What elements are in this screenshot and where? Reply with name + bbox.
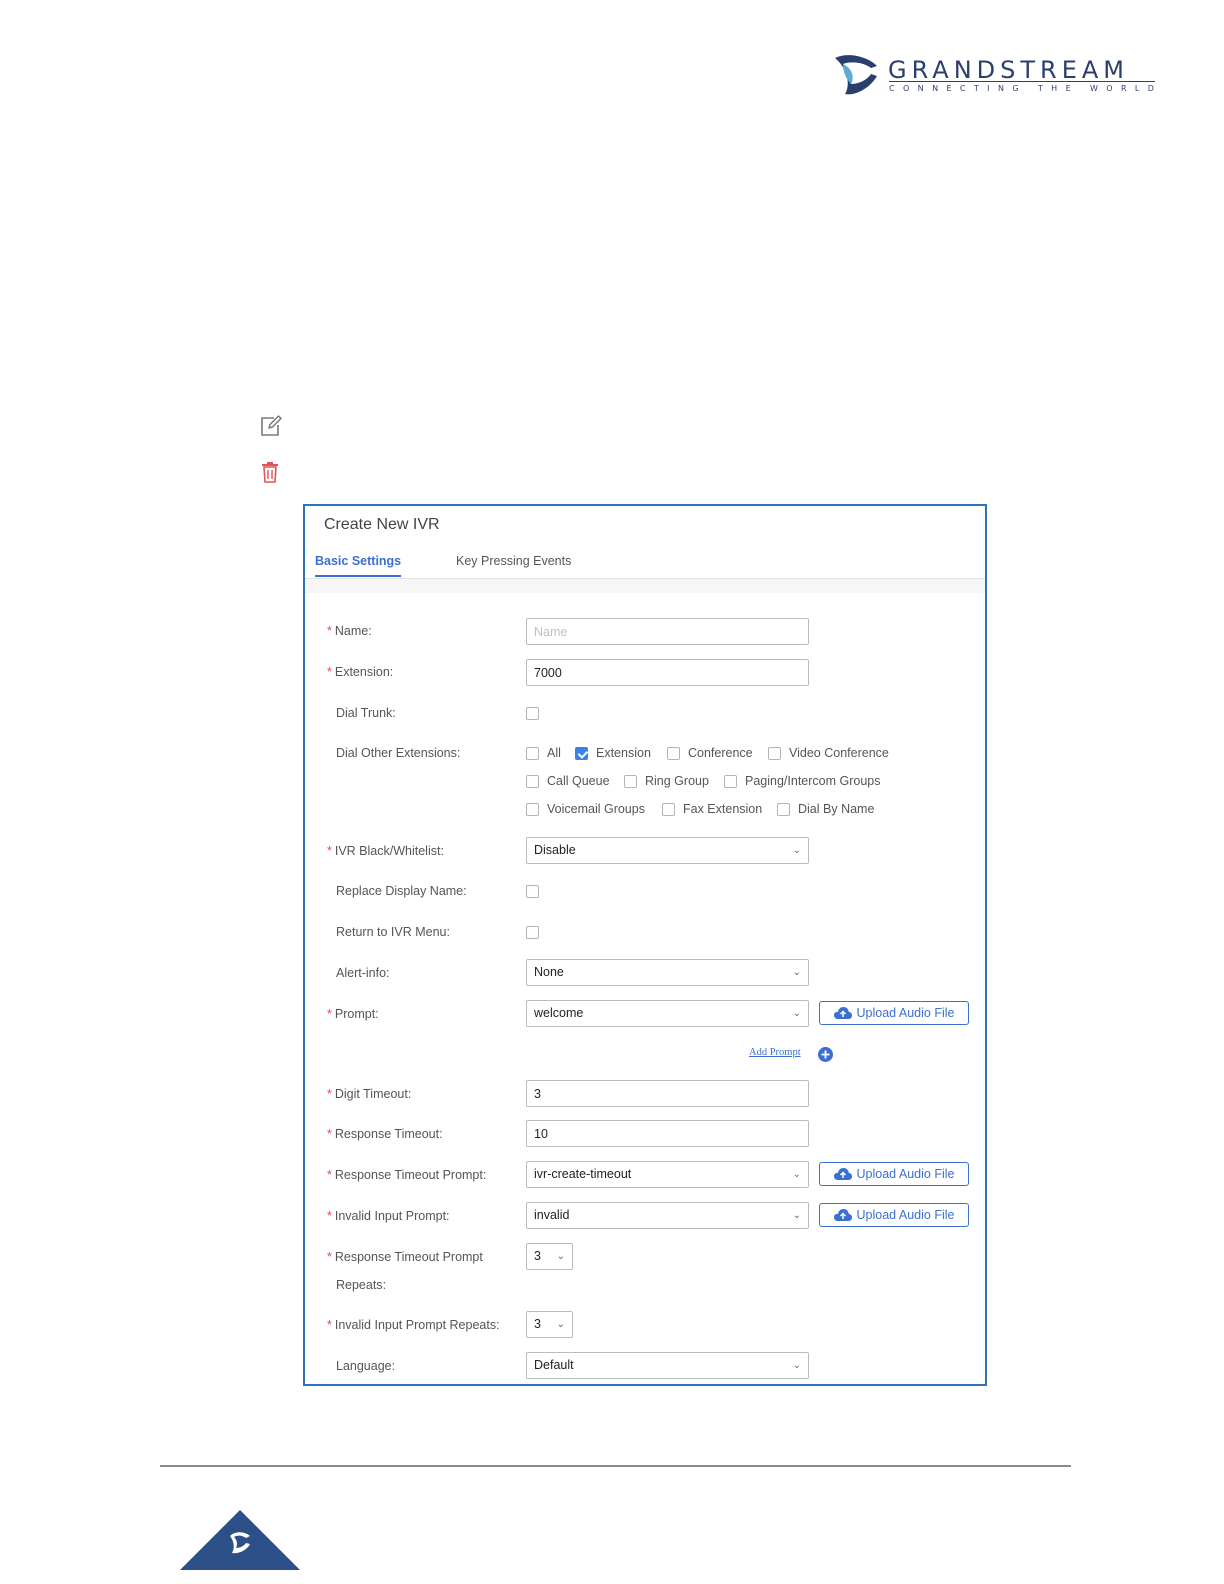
option-dial-by-name-checkbox[interactable] [777, 803, 790, 816]
language-label: Language [336, 1359, 392, 1373]
tab-bar: Basic Settings Key Pressing Events [305, 550, 985, 579]
brand-tagline: CONNECTING THE WORLD [889, 84, 1163, 93]
cloud-upload-icon [833, 1209, 852, 1221]
option-conference-label: Conference [688, 746, 753, 760]
name-input[interactable] [526, 618, 809, 645]
option-ring-group-checkbox[interactable] [624, 775, 637, 788]
edit-icon [261, 415, 282, 436]
option-video-conference-label: Video Conference [789, 746, 889, 760]
upload-label: Upload Audio File [856, 1167, 955, 1181]
chevron-down-icon: ⌄ [556, 1319, 565, 1330]
invalid-input-prompt-label: Invalid Input Prompt [334, 1209, 447, 1223]
ivr-blackwhitelist-select[interactable]: Disable ⌄ [526, 837, 809, 864]
brand-rule [889, 81, 1155, 82]
upload-label: Upload Audio File [856, 1208, 955, 1222]
option-all-label: All [547, 746, 561, 760]
option-dial-by-name-label: Dial By Name [798, 802, 875, 816]
option-call-queue-label: Call Queue [547, 774, 610, 788]
response-timeout-prompt-label: Response Timeout Prompt [334, 1168, 483, 1182]
option-paging-intercom-label: Paging/Intercom Groups [745, 774, 881, 788]
option-paging-intercom-checkbox[interactable] [724, 775, 737, 788]
dial-other-extensions-label: Dial Other Extensions [336, 746, 457, 760]
ivr-blackwhitelist-label: IVR Black/Whitelist [334, 844, 441, 858]
chevron-down-icon: ⌄ [792, 845, 801, 856]
response-timeout-input[interactable] [526, 1120, 809, 1147]
add-prompt-link[interactable]: Add Prompt [749, 1047, 801, 1058]
delete-icon [262, 462, 278, 483]
dial-trunk-checkbox[interactable] [526, 707, 539, 720]
extension-input[interactable] [526, 659, 809, 686]
option-voicemail-groups-label: Voicemail Groups [547, 802, 645, 816]
return-to-ivr-menu-checkbox[interactable] [526, 926, 539, 939]
digit-timeout-input[interactable] [526, 1080, 809, 1107]
prompt-select[interactable]: welcome ⌄ [526, 1000, 809, 1027]
brand-name: GRANDSTREAM [888, 56, 1130, 84]
plus-circle-icon[interactable] [818, 1047, 833, 1062]
grandstream-logo: GRANDSTREAM CONNECTING THE WORLD [833, 54, 1158, 98]
invalid-input-prompt-repeats-value: 3 [534, 1317, 541, 1331]
tab-basic-settings[interactable]: Basic Settings [315, 554, 401, 568]
invalid-input-upload-button[interactable]: Upload Audio File [819, 1203, 969, 1227]
upload-label: Upload Audio File [856, 1006, 955, 1020]
option-extension-label: Extension [596, 746, 651, 760]
response-timeout-prompt-repeats-value: 3 [534, 1249, 541, 1263]
option-voicemail-groups-checkbox[interactable] [526, 803, 539, 816]
response-timeout-prompt-repeats-select[interactable]: 3 ⌄ [526, 1243, 573, 1270]
extension-label: Extension [334, 665, 390, 679]
chevron-down-icon: ⌄ [792, 1008, 801, 1019]
invalid-input-prompt-repeats-label: Invalid Input Prompt Repeats [334, 1318, 497, 1332]
response-timeout-prompt-repeats-label-line2: Repeats [336, 1278, 383, 1292]
option-fax-extension-checkbox[interactable] [662, 803, 675, 816]
option-all-checkbox[interactable] [526, 747, 539, 760]
cloud-upload-icon [833, 1007, 852, 1019]
cloud-upload-icon [833, 1168, 852, 1180]
response-timeout-prompt-repeats-label: Response Timeout Prompt [334, 1250, 483, 1264]
grandstream-logo-icon [835, 55, 877, 95]
alert-info-label: Alert-info [336, 966, 387, 980]
prompt-value: welcome [534, 1006, 584, 1020]
footer-divider [160, 1465, 1071, 1467]
option-fax-extension-label: Fax Extension [683, 802, 763, 816]
grandstream-footer-logo-icon [180, 1510, 300, 1570]
prompt-upload-button[interactable]: Upload Audio File [819, 1001, 969, 1025]
replace-display-name-checkbox[interactable] [526, 885, 539, 898]
option-video-conference-checkbox[interactable] [768, 747, 781, 760]
dialog-title: Create New IVR [324, 516, 440, 533]
response-timeout-label: Response Timeout [334, 1127, 440, 1141]
tab-divider [305, 579, 985, 593]
chevron-down-icon: ⌄ [792, 967, 801, 978]
option-ring-group-label: Ring Group [645, 774, 709, 788]
invalid-input-prompt-select[interactable]: invalid ⌄ [526, 1202, 809, 1229]
chevron-down-icon: ⌄ [792, 1210, 801, 1221]
option-call-queue-checkbox[interactable] [526, 775, 539, 788]
chevron-down-icon: ⌄ [556, 1251, 565, 1262]
chevron-down-icon: ⌄ [792, 1169, 801, 1180]
prompt-label: Prompt [334, 1007, 376, 1021]
name-label: Name [334, 624, 369, 638]
chevron-down-icon: ⌄ [792, 1360, 801, 1371]
option-extension-checkbox[interactable] [575, 747, 588, 760]
invalid-input-prompt-repeats-select[interactable]: 3 ⌄ [526, 1311, 573, 1338]
return-to-ivr-menu-label: Return to IVR Menu [336, 925, 447, 939]
response-timeout-prompt-value: ivr-create-timeout [534, 1167, 632, 1181]
ivr-blackwhitelist-value: Disable [534, 843, 576, 857]
language-select[interactable]: Default ⌄ [526, 1352, 809, 1379]
dial-trunk-label: Dial Trunk [336, 706, 393, 720]
create-ivr-dialog: Create New IVR Basic Settings Key Pressi… [303, 504, 987, 1386]
tab-key-pressing-events[interactable]: Key Pressing Events [456, 554, 571, 568]
active-tab-indicator [315, 575, 401, 577]
digit-timeout-label: Digit Timeout [334, 1087, 408, 1101]
response-timeout-upload-button[interactable]: Upload Audio File [819, 1162, 969, 1186]
option-conference-checkbox[interactable] [667, 747, 680, 760]
replace-display-name-label: Replace Display Name [336, 884, 464, 898]
response-timeout-prompt-select[interactable]: ivr-create-timeout ⌄ [526, 1161, 809, 1188]
language-value: Default [534, 1358, 574, 1372]
alert-info-select[interactable]: None ⌄ [526, 959, 809, 986]
invalid-input-prompt-value: invalid [534, 1208, 570, 1222]
alert-info-value: None [534, 965, 564, 979]
